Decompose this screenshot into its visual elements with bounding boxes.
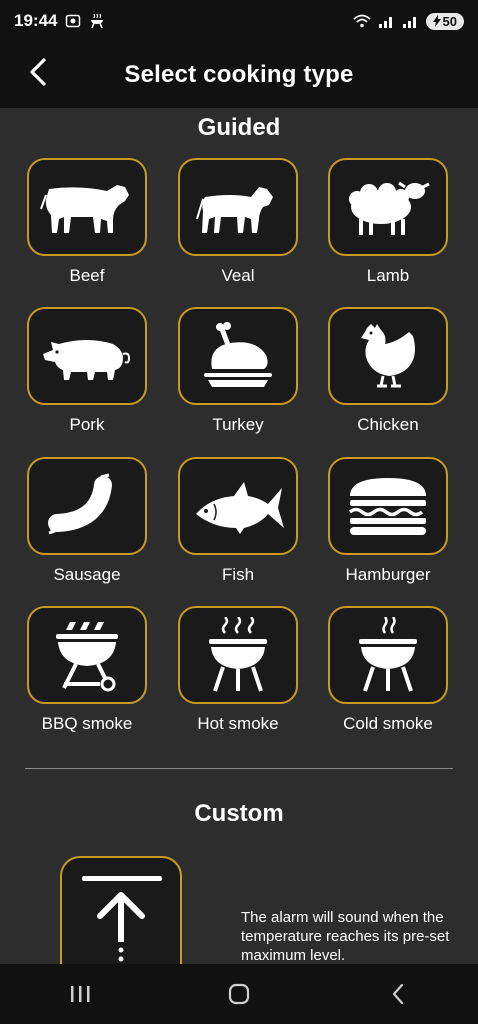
- back-button[interactable]: [18, 52, 58, 92]
- home-icon: [228, 983, 250, 1005]
- system-back-button[interactable]: [368, 969, 428, 1019]
- tile-label: Sausage: [53, 565, 121, 584]
- tile-veal[interactable]: Veal: [178, 158, 298, 288]
- wifi-icon: [352, 14, 371, 28]
- tile-label: Veal: [221, 266, 255, 285]
- calf-icon: [196, 187, 273, 233]
- section-divider: [25, 768, 453, 769]
- tile-label: Beef: [69, 266, 105, 285]
- battery-level: 50: [442, 13, 457, 29]
- roast-turkey-icon: [204, 322, 272, 387]
- tile-fish[interactable]: Fish: [178, 457, 298, 587]
- tile-label: Cold smoke: [343, 714, 433, 733]
- grill-notification-icon: [91, 13, 104, 29]
- tile-label: Hamburger: [345, 565, 431, 584]
- guided-section-title: Guided: [197, 114, 281, 141]
- pig-icon: [43, 340, 131, 380]
- tile-hamburger[interactable]: Hamburger: [328, 457, 448, 587]
- signal-icon-2: [402, 17, 416, 28]
- max-temperature-arrow-icon: [82, 876, 162, 971]
- system-nav-bar: [0, 964, 478, 1024]
- tile-label: Lamb: [366, 266, 410, 285]
- tile-sausage[interactable]: Sausage: [27, 457, 147, 587]
- hamburger-icon: [348, 478, 426, 535]
- tile-beef[interactable]: Beef: [27, 158, 147, 288]
- tile-label: Turkey: [212, 415, 264, 434]
- recent-apps-button[interactable]: [50, 969, 110, 1019]
- custom-section-title: Custom: [194, 800, 284, 827]
- chicken-icon: [361, 324, 415, 388]
- chevron-left-icon: [30, 58, 46, 86]
- fish-icon: [196, 482, 284, 534]
- status-time: 19:44: [14, 11, 58, 30]
- tile-lamb[interactable]: Lamb: [328, 158, 448, 288]
- tile-chicken[interactable]: Chicken: [328, 307, 448, 437]
- tile-label: Hot smoke: [197, 714, 279, 733]
- tile-label: BBQ smoke: [41, 714, 133, 733]
- tile-pork[interactable]: Pork: [27, 307, 147, 437]
- sausage-icon: [48, 473, 112, 535]
- tile-cold-smoke[interactable]: Cold smoke: [328, 606, 448, 736]
- page-title: Select cooking type: [124, 61, 354, 88]
- status-bar: 19:44 50: [0, 0, 478, 42]
- bbq-smoke-icon: [56, 622, 118, 692]
- cold-smoke-icon: [359, 617, 417, 692]
- hot-smoke-icon: [209, 617, 267, 692]
- tile-turkey[interactable]: Turkey: [178, 307, 298, 437]
- tile-bbq-smoke[interactable]: BBQ smoke: [27, 606, 147, 736]
- recent-apps-icon: [70, 986, 90, 1002]
- custom-description: The alarm will sound when the temperatur…: [241, 909, 450, 964]
- home-button[interactable]: [209, 969, 269, 1019]
- signal-icon: [378, 17, 392, 28]
- screenshot-icon: [66, 14, 81, 28]
- app-bar: Select cooking type: [0, 42, 478, 108]
- tile-label: Pork: [69, 415, 105, 434]
- tile-hot-smoke[interactable]: Hot smoke: [178, 606, 298, 736]
- sheep-icon: [349, 181, 430, 235]
- cow-icon: [40, 185, 129, 233]
- tile-label: Chicken: [357, 415, 419, 434]
- tile-label: Fish: [221, 565, 255, 584]
- battery-indicator: 50: [425, 12, 464, 30]
- charging-icon: [432, 15, 441, 27]
- back-chevron-icon: [393, 983, 404, 1005]
